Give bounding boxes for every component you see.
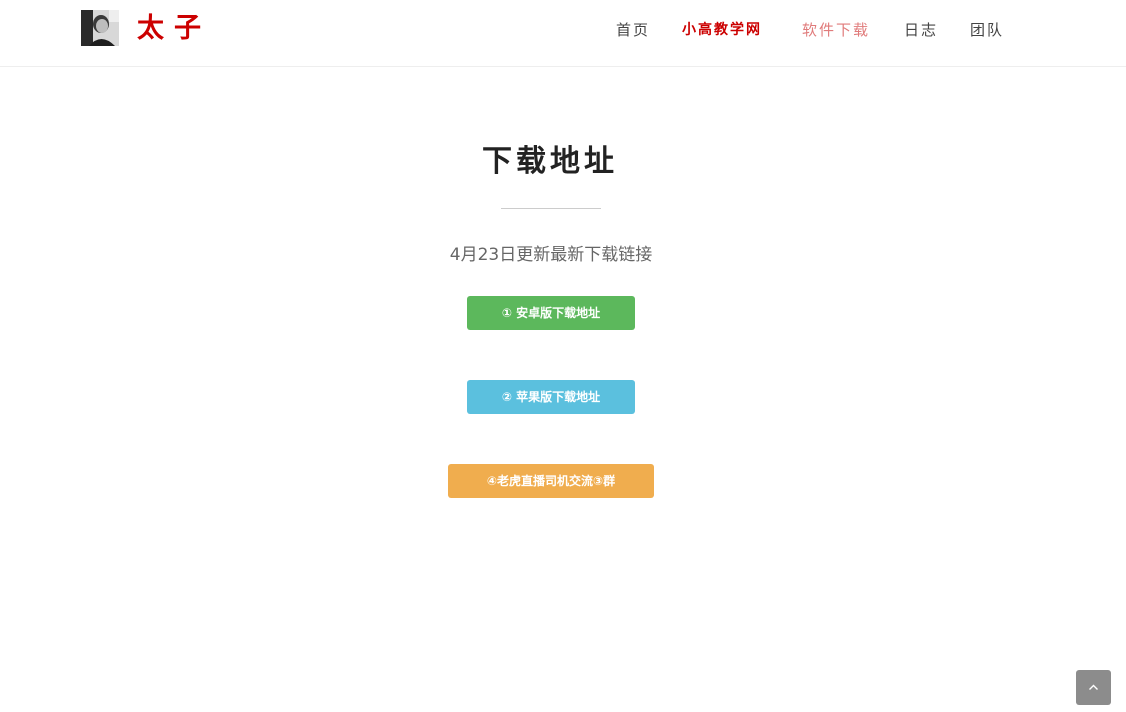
chevron-up-icon	[1089, 684, 1098, 690]
nav-item-team[interactable]: 团队	[970, 19, 1004, 41]
site-header: 太子 首页 小高教学网 软件下载 日志 团队	[0, 0, 1126, 67]
nav-item-xiaogao[interactable]: 小高教学网	[682, 19, 762, 41]
apple-download-button[interactable]: ② 苹果版下载地址	[467, 380, 635, 414]
main-nav: 首页 小高教学网 软件下载 日志 团队	[0, 19, 1126, 43]
title-divider	[501, 208, 601, 209]
page-title: 下载地址	[482, 144, 618, 179]
android-download-button[interactable]: ① 安卓版下载地址	[467, 296, 635, 330]
nav-item-software-download[interactable]: 软件下载	[802, 19, 870, 41]
scroll-to-top-button[interactable]	[1076, 670, 1111, 705]
nav-item-home[interactable]: 首页	[616, 19, 650, 41]
page-subtitle: 4月23日更新最新下载链接	[449, 245, 653, 265]
driver-group-button[interactable]: ④老虎直播司机交流③群	[448, 464, 654, 498]
nav-item-log[interactable]: 日志	[904, 19, 938, 41]
